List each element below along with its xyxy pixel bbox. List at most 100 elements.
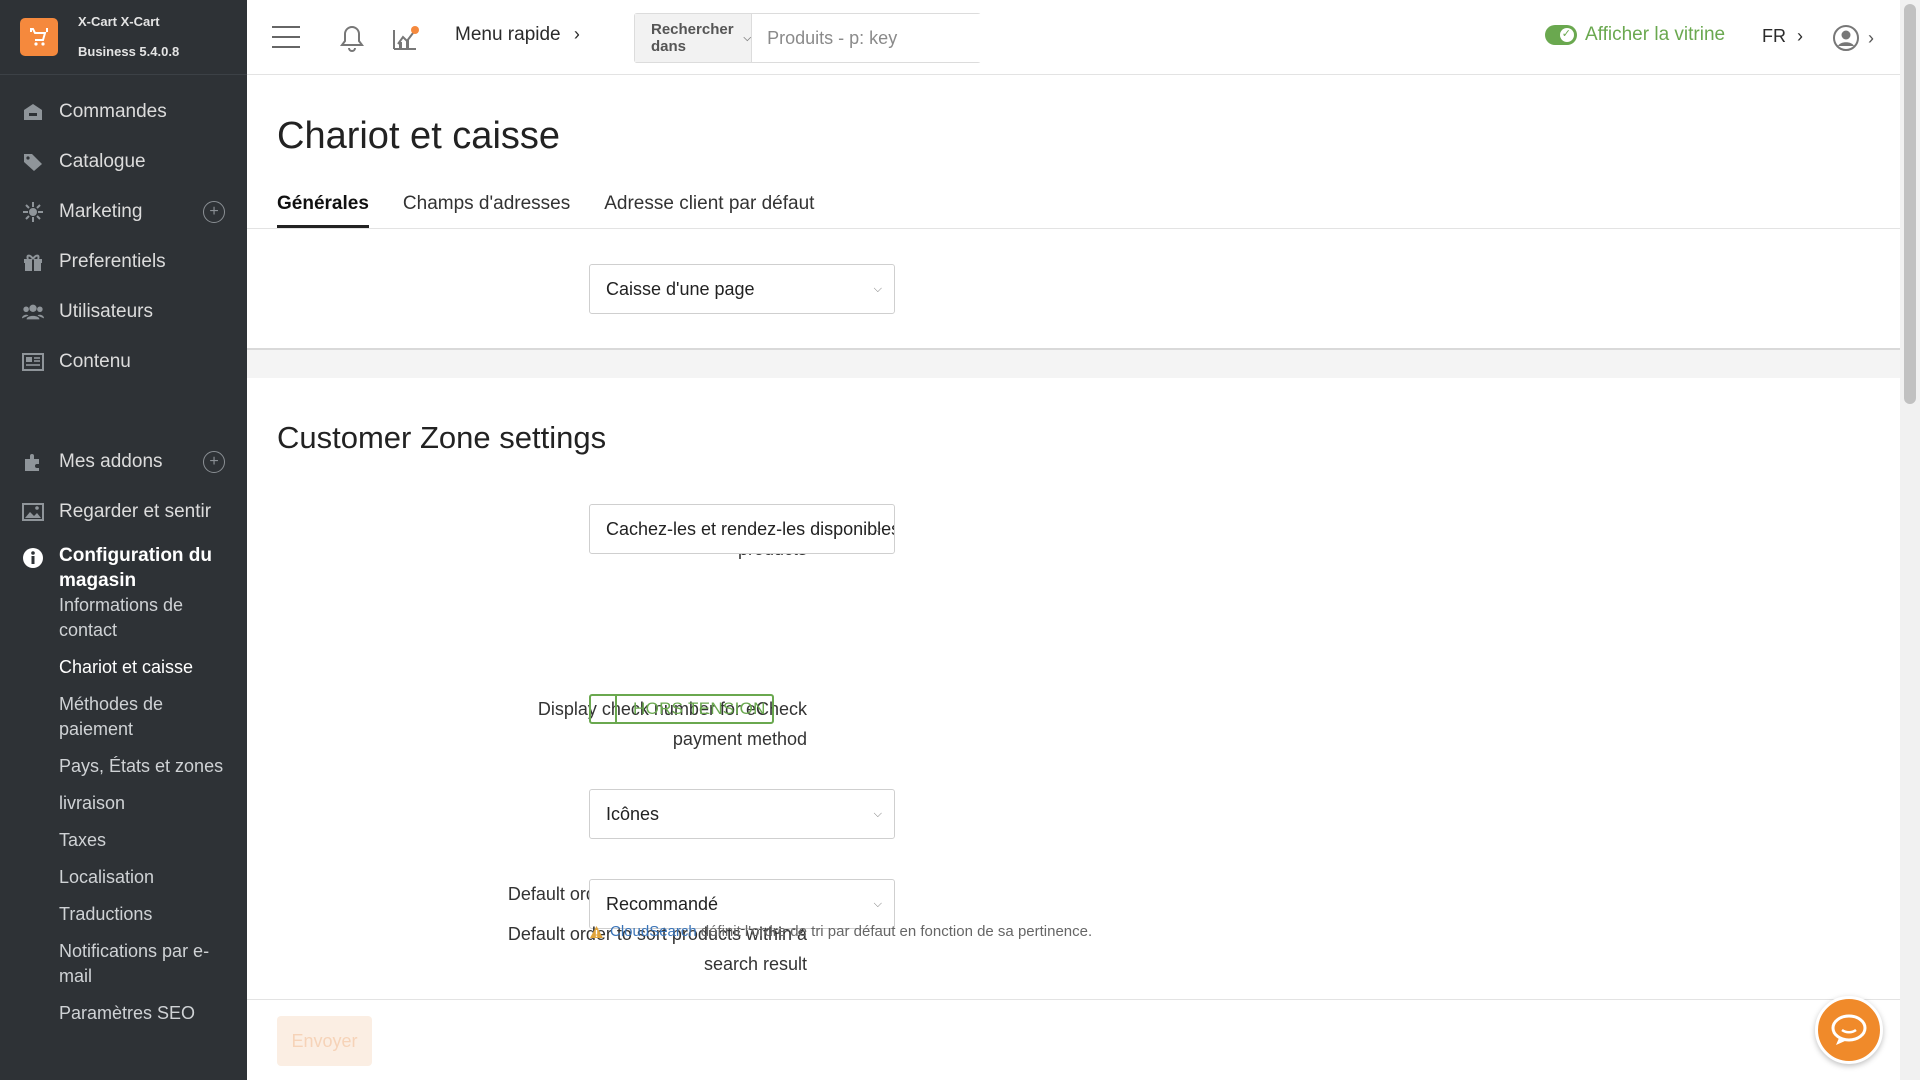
add-marketing-icon[interactable]: + <box>203 201 225 223</box>
chevron-down-icon: ⌵ <box>873 283 882 295</box>
toggle-on-icon: ✓ <box>1545 25 1577 45</box>
tabs-divider <box>247 228 1900 229</box>
brand-version: Business 5.4.0.8 <box>78 44 180 59</box>
bell-icon[interactable] <box>339 24 365 57</box>
info-icon <box>22 547 44 569</box>
cloudsearch-notice: CloudSearch définit l'ordre de tri par d… <box>589 923 1092 940</box>
orders-icon <box>22 101 44 123</box>
subcategory-value: Icônes <box>606 803 660 824</box>
sidebar-item-marketing[interactable]: Marketing + <box>0 187 247 237</box>
marketing-icon <box>22 201 44 223</box>
sidebar-item-label: Contenu <box>59 351 131 372</box>
storefront-label: Afficher la vitrine <box>1585 24 1726 45</box>
sidebar-item-orders[interactable]: Commandes <box>0 87 247 137</box>
chevron-down-icon: ⌵ <box>873 523 882 535</box>
sidebar-item-label: Utilisateurs <box>59 301 153 322</box>
sidebar-item-addons[interactable]: Mes addons + <box>0 437 247 487</box>
user-menu[interactable]: › <box>1832 24 1874 52</box>
warning-icon <box>590 925 603 938</box>
submenu-email-notifications[interactable]: Notifications par e-mail <box>59 933 234 995</box>
sidebar-nav: Commandes Catalogue Marketing + Preferen… <box>0 75 247 1032</box>
toggle-knob <box>591 696 617 722</box>
xcart-logo-icon <box>20 18 58 56</box>
checkout-type-select[interactable]: Caisse d'une page ⌵ <box>589 264 895 314</box>
store-setup-submenu: Informations de contact Chariot et caiss… <box>0 593 247 1032</box>
submenu-shipping[interactable]: livraison <box>59 785 234 822</box>
subcategory-select[interactable]: Icônes ⌵ <box>589 789 895 839</box>
gift-icon <box>22 251 44 273</box>
submenu-taxes[interactable]: Taxes <box>59 822 234 859</box>
chevron-right-icon: › <box>573 24 580 44</box>
echeck-toggle-label: HORS TENSION <box>633 699 766 718</box>
submenu-countries[interactable]: Pays, États et zones <box>59 748 234 785</box>
page-title: Chariot et caisse <box>277 115 561 157</box>
users-icon <box>22 301 44 323</box>
puzzle-icon <box>22 451 44 473</box>
chevron-down-icon: ⌵ <box>743 32 752 44</box>
add-addon-icon[interactable]: + <box>203 451 225 473</box>
language-label: FR <box>1762 26 1786 46</box>
storefront-toggle[interactable]: ✓ Afficher la vitrine <box>1545 24 1725 46</box>
page-scrollbar[interactable] <box>1900 0 1920 1080</box>
quick-menu-button[interactable]: Menu rapide › <box>455 24 580 46</box>
chevron-down-icon: ⌵ <box>873 898 882 910</box>
sidebar-item-label: Catalogue <box>59 151 146 172</box>
sidebar-active-label: Configuration du magasin <box>59 545 213 591</box>
submit-button[interactable]: Envoyer <box>277 1016 372 1066</box>
search-box: Rechercher dans ⌵ <box>634 13 1000 63</box>
submenu-seo-settings[interactable]: Paramètres SEO <box>59 995 234 1032</box>
section-title: Customer Zone settings <box>277 420 607 455</box>
main-content: Chariot et caisse Générales Champs d'adr… <box>247 75 1900 1080</box>
settings-tabs: Générales Champs d'adresses Adresse clie… <box>277 193 848 228</box>
chevron-down-icon: ⌵ <box>873 808 882 820</box>
brand-text: X-Cart X-Cart Business 5.4.0.8 <box>78 13 179 61</box>
analytics-icon[interactable] <box>391 24 421 57</box>
sidebar-item-label: Marketing <box>59 201 143 222</box>
sidebar-item-label: Commandes <box>59 101 167 122</box>
scrollbar-thumb[interactable] <box>1904 4 1916 404</box>
tag-icon <box>22 151 44 173</box>
sidebar-item-users[interactable]: Utilisateurs <box>0 287 247 337</box>
chat-icon <box>1831 1014 1867 1045</box>
sidebar-item-label: Regarder et sentir <box>59 501 212 522</box>
topbar: Menu rapide › Rechercher dans ⌵ ✓ Affich… <box>247 0 1900 75</box>
search-input[interactable] <box>752 14 1000 62</box>
cloudsearch-notice-text: définit l'ordre de tri par défaut en fon… <box>700 923 1093 940</box>
cloudsearch-link[interactable]: CloudSearch <box>610 923 697 940</box>
brand[interactable]: X-Cart X-Cart Business 5.4.0.8 <box>0 0 247 75</box>
submenu-localization[interactable]: Localisation <box>59 859 234 896</box>
chat-support-button[interactable] <box>1815 996 1883 1064</box>
sidebar-item-content[interactable]: Contenu <box>0 337 247 387</box>
tab-default-address[interactable]: Adresse client par défaut <box>604 193 814 228</box>
sort-category-value: Recommandé <box>606 893 719 914</box>
submenu-payment-methods[interactable]: Méthodes de paiement <box>59 686 234 748</box>
search-scope-label: Rechercher dans <box>651 21 734 55</box>
hamburger-menu-icon[interactable] <box>272 26 300 48</box>
chevron-right-icon: › <box>1868 27 1874 48</box>
submenu-contact-info[interactable]: Informations de contact <box>59 593 234 649</box>
content-icon <box>22 351 44 373</box>
sidebar-item-label: Preferentiels <box>59 251 166 272</box>
sidebar-item-look-and-feel[interactable]: Regarder et sentir <box>0 487 247 537</box>
user-avatar-icon <box>1833 25 1859 51</box>
tab-general[interactable]: Générales <box>277 193 369 228</box>
tab-address-fields[interactable]: Champs d'adresses <box>403 193 570 228</box>
submenu-translations[interactable]: Traductions <box>59 896 234 933</box>
language-selector[interactable]: FR › <box>1762 26 1803 47</box>
sidebar-item-preferentiels[interactable]: Preferentiels <box>0 237 247 287</box>
search-scope-dropdown[interactable]: Rechercher dans ⌵ <box>635 14 753 62</box>
chevron-right-icon: › <box>1797 26 1804 46</box>
out-of-stock-select[interactable]: Cachez-les et rendez-les disponibles ⌵ <box>589 504 895 554</box>
quick-menu-label: Menu rapide <box>455 24 561 45</box>
checkout-type-value: Caisse d'une page <box>606 278 755 299</box>
sidebar-item-store-setup[interactable]: Configuration du magasin <box>0 537 247 593</box>
sidebar-item-label: Mes addons <box>59 451 163 472</box>
submenu-cart-checkout[interactable]: Chariot et caisse <box>59 649 234 686</box>
sidebar-item-catalog[interactable]: Catalogue <box>0 137 247 187</box>
brand-name: X-Cart X-Cart <box>78 14 160 29</box>
section-separator <box>247 348 1900 378</box>
echeck-toggle[interactable]: HORS TENSION <box>589 694 774 724</box>
out-of-stock-value: Cachez-les et rendez-les disponibles <box>606 518 895 539</box>
form-footer: Envoyer <box>247 999 1900 1080</box>
